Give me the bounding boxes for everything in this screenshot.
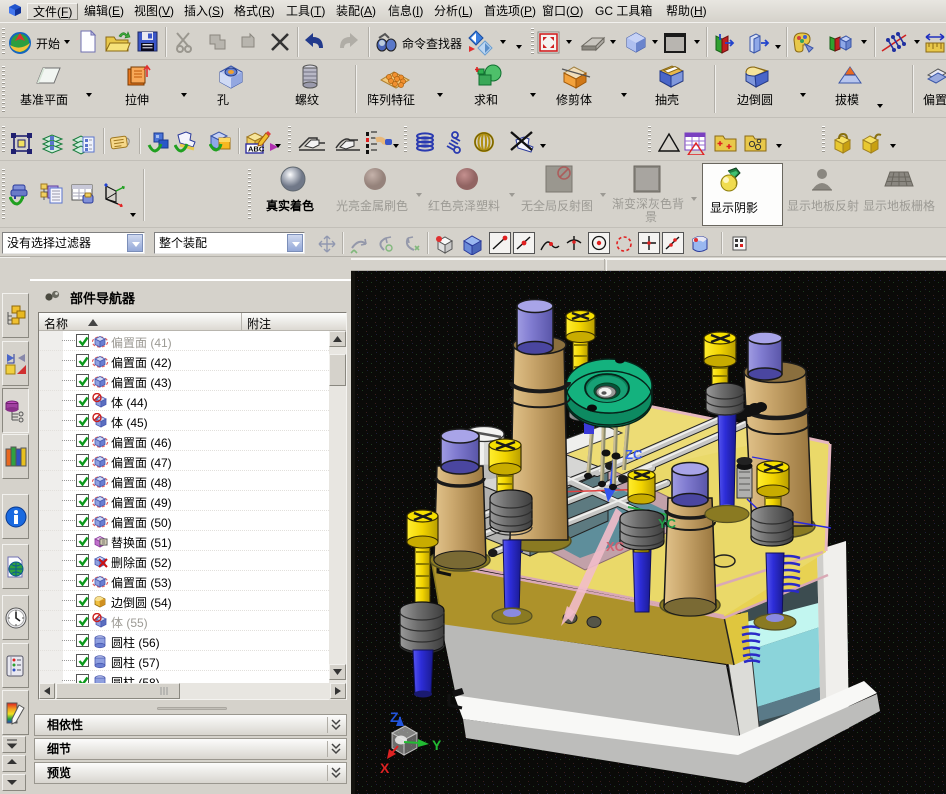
svg-text:ZC: ZC bbox=[625, 447, 643, 462]
svg-text:Y: Y bbox=[432, 737, 442, 753]
svg-text:Z: Z bbox=[390, 709, 399, 725]
svg-text:X: X bbox=[380, 760, 390, 776]
svg-text:XC: XC bbox=[606, 539, 625, 554]
svg-text:YC: YC bbox=[658, 516, 677, 531]
svg-text:ABC: ABC bbox=[248, 145, 265, 154]
